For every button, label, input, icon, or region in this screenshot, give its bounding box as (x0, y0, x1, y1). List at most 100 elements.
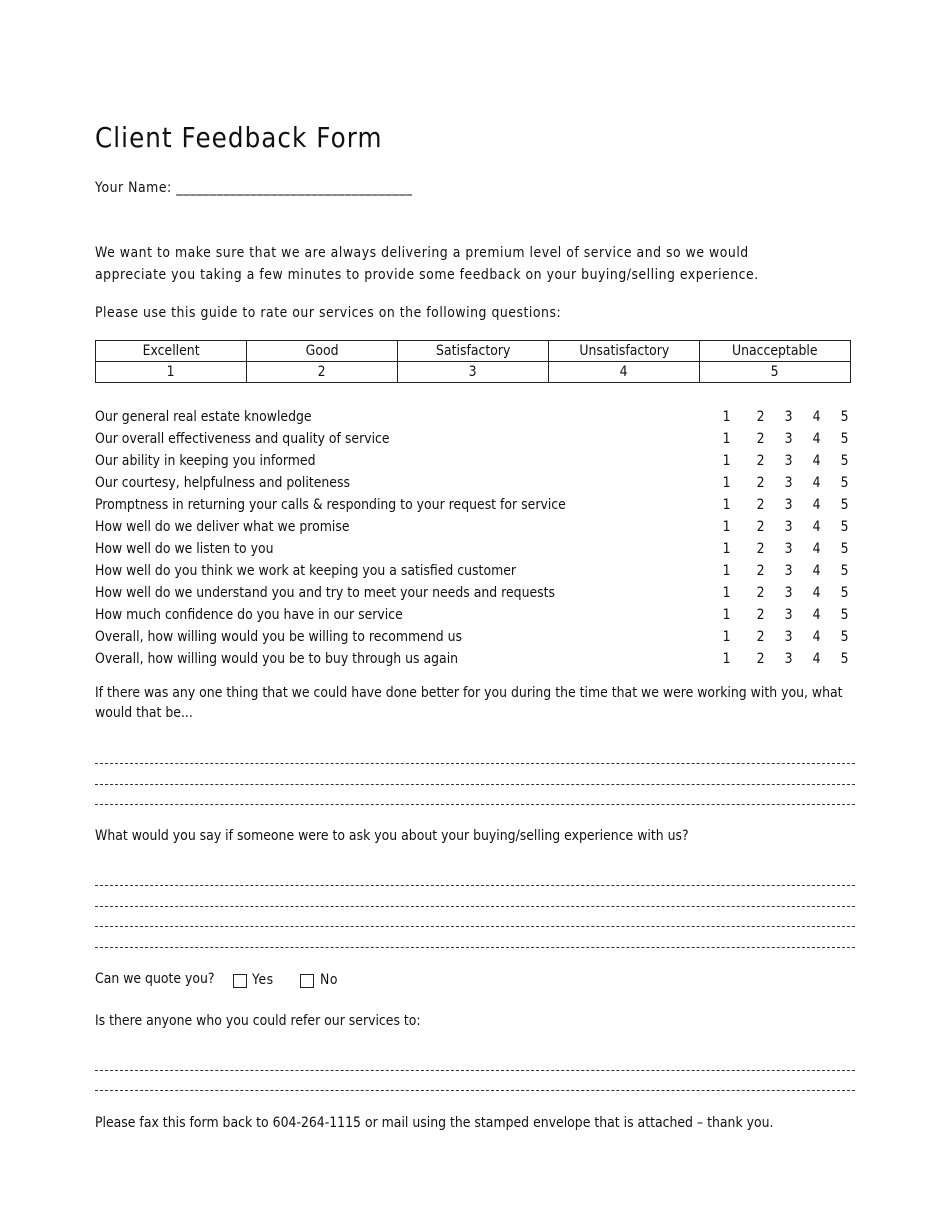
improvement-answer-line[interactable] (95, 763, 855, 764)
rating-option-4[interactable]: 4 (810, 519, 824, 535)
quote-yes-label[interactable]: Yes (252, 972, 274, 988)
rating-option-3[interactable]: 3 (782, 629, 796, 645)
quote-no-label[interactable]: No (320, 972, 338, 988)
rating-option-2[interactable]: 2 (754, 453, 768, 469)
rating-option-2[interactable]: 2 (754, 563, 768, 579)
experience-answer-line[interactable] (95, 906, 855, 907)
rating-option-label: 1 (723, 629, 731, 645)
referral-answer-line[interactable] (95, 1070, 855, 1071)
rating-option-5[interactable]: 5 (838, 519, 852, 535)
rating-option-label: 1 (723, 475, 731, 491)
rating-option-5[interactable]: 5 (838, 607, 852, 623)
rating-option-label: 3 (785, 431, 793, 447)
rating-option-3[interactable]: 3 (782, 563, 796, 579)
rating-option-5[interactable]: 5 (838, 585, 852, 601)
rating-option-label: 2 (757, 563, 765, 579)
rating-option-label: 2 (757, 475, 765, 491)
improvement-answer-line[interactable] (95, 804, 855, 805)
rating-option-4[interactable]: 4 (810, 431, 824, 447)
rating-option-label: 1 (723, 497, 731, 513)
scale-label-cell: Unsatisfactory (548, 340, 700, 362)
rating-option-1[interactable]: 1 (720, 431, 734, 447)
rating-option-1[interactable]: 1 (720, 497, 734, 513)
rating-option-2[interactable]: 2 (754, 409, 768, 425)
rating-option-4[interactable]: 4 (810, 607, 824, 623)
rating-option-4[interactable]: 4 (810, 651, 824, 667)
rating-option-5[interactable]: 5 (838, 563, 852, 579)
rating-option-4[interactable]: 4 (810, 497, 824, 513)
rating-option-2[interactable]: 2 (754, 431, 768, 447)
rating-option-2[interactable]: 2 (754, 629, 768, 645)
rating-option-5[interactable]: 5 (838, 541, 852, 557)
rating-option-label: 5 (841, 651, 849, 667)
rating-option-5[interactable]: 5 (838, 629, 852, 645)
rating-option-2[interactable]: 2 (754, 651, 768, 667)
rating-option-4[interactable]: 4 (810, 475, 824, 491)
rating-option-3[interactable]: 3 (782, 453, 796, 469)
experience-question: What would you say if someone were to as… (95, 828, 689, 844)
rating-option-label: 4 (813, 585, 821, 601)
rating-option-3[interactable]: 3 (782, 607, 796, 623)
rating-option-5[interactable]: 5 (838, 475, 852, 491)
experience-answer-line[interactable] (95, 926, 855, 927)
rating-option-1[interactable]: 1 (720, 541, 734, 557)
rating-option-1[interactable]: 1 (720, 651, 734, 667)
rating-option-label: 5 (841, 541, 849, 557)
rating-option-4[interactable]: 4 (810, 629, 824, 645)
scale-value-cell: 3 (397, 361, 549, 383)
rating-option-label: 2 (757, 453, 765, 469)
rating-option-3[interactable]: 3 (782, 541, 796, 557)
rating-option-label: 3 (785, 585, 793, 601)
quote-no-checkbox[interactable] (300, 974, 314, 988)
rating-option-1[interactable]: 1 (720, 475, 734, 491)
rating-option-4[interactable]: 4 (810, 585, 824, 601)
name-blank-line[interactable]: ___________________________________ (176, 180, 412, 196)
rating-option-5[interactable]: 5 (838, 453, 852, 469)
rating-option-1[interactable]: 1 (720, 563, 734, 579)
improvement-answer-line[interactable] (95, 784, 855, 785)
rating-option-3[interactable]: 3 (782, 497, 796, 513)
rating-option-2[interactable]: 2 (754, 585, 768, 601)
rating-option-label: 5 (841, 629, 849, 645)
name-field[interactable]: Your Name: _____________________________… (95, 180, 413, 196)
rating-option-label: 1 (723, 519, 731, 535)
rating-option-label: 2 (757, 497, 765, 513)
experience-answer-line[interactable] (95, 885, 855, 886)
rating-option-5[interactable]: 5 (838, 431, 852, 447)
rating-option-2[interactable]: 2 (754, 607, 768, 623)
rating-option-3[interactable]: 3 (782, 585, 796, 601)
rating-option-3[interactable]: 3 (782, 431, 796, 447)
experience-answer-line[interactable] (95, 947, 855, 948)
rating-option-2[interactable]: 2 (754, 519, 768, 535)
question-label: Overall, how willing would you be willin… (95, 629, 463, 645)
rating-option-label: 3 (785, 607, 793, 623)
rating-option-2[interactable]: 2 (754, 497, 768, 513)
rating-option-4[interactable]: 4 (810, 409, 824, 425)
rating-option-1[interactable]: 1 (720, 607, 734, 623)
quote-yes-checkbox[interactable] (233, 974, 247, 988)
rating-option-3[interactable]: 3 (782, 409, 796, 425)
question-label: Promptness in returning your calls & res… (95, 497, 566, 513)
rating-option-label: 5 (841, 585, 849, 601)
rating-option-1[interactable]: 1 (720, 585, 734, 601)
rating-option-1[interactable]: 1 (720, 519, 734, 535)
rating-option-3[interactable]: 3 (782, 651, 796, 667)
referral-answer-line[interactable] (95, 1090, 855, 1091)
rating-option-4[interactable]: 4 (810, 563, 824, 579)
rating-option-5[interactable]: 5 (838, 497, 852, 513)
rating-option-1[interactable]: 1 (720, 409, 734, 425)
rating-option-4[interactable]: 4 (810, 453, 824, 469)
rating-option-4[interactable]: 4 (810, 541, 824, 557)
rating-option-2[interactable]: 2 (754, 475, 768, 491)
rating-option-label: 4 (813, 563, 821, 579)
rating-option-5[interactable]: 5 (838, 409, 852, 425)
rating-option-5[interactable]: 5 (838, 651, 852, 667)
rating-option-3[interactable]: 3 (782, 519, 796, 535)
rating-option-label: 1 (723, 563, 731, 579)
rating-option-1[interactable]: 1 (720, 629, 734, 645)
rating-option-2[interactable]: 2 (754, 541, 768, 557)
question-label: How well do we listen to you (95, 541, 274, 557)
rating-option-label: 5 (841, 563, 849, 579)
rating-option-3[interactable]: 3 (782, 475, 796, 491)
rating-option-1[interactable]: 1 (720, 453, 734, 469)
